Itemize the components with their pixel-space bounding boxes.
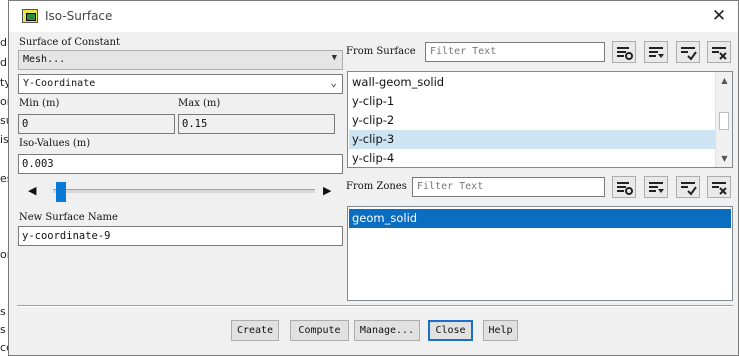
from-surface-list-item-selected[interactable]: y-clip-3 — [349, 130, 715, 149]
from-surface-list-item[interactable]: y-clip-4 — [349, 149, 715, 167]
min-field: 0 — [18, 114, 175, 134]
from-surface-list[interactable]: wall-geom_solid y-clip-1 y-clip-2 y-clip… — [347, 71, 733, 168]
from-surface-check-selected-button[interactable] — [676, 41, 700, 63]
from-zones-select-all-button[interactable] — [612, 176, 636, 198]
filter-menu-icon — [649, 182, 664, 193]
button-row-divider — [17, 305, 733, 307]
scroll-down-icon[interactable]: ▼ — [716, 150, 732, 167]
category-dropdown[interactable]: Mesh... ▼ — [18, 50, 343, 70]
create-button[interactable]: Create — [231, 320, 279, 341]
background-text: s — [0, 305, 6, 318]
from-surface-deselect-all-button[interactable] — [707, 41, 731, 63]
from-zones-list[interactable]: geom_solid — [347, 206, 733, 301]
new-surface-name-label: New Surface Name — [19, 212, 118, 223]
max-label: Max (m) — [178, 98, 221, 109]
check-selected-icon — [681, 47, 697, 61]
iso-value-slider-thumb[interactable] — [56, 182, 67, 202]
field-dropdown[interactable]: Y-Coordinate ⌄ — [18, 74, 343, 94]
scroll-up-icon[interactable]: ▲ — [716, 72, 732, 89]
title-bar[interactable]: Iso-Surface ✕ — [9, 1, 738, 32]
from-surface-filter-menu-button[interactable] — [644, 41, 668, 63]
close-button[interactable]: Close — [428, 320, 473, 341]
background-text: s — [0, 323, 6, 336]
deselect-all-icon — [712, 47, 727, 60]
category-value: Mesh... — [23, 54, 66, 65]
from-surface-label: From Surface — [346, 46, 416, 57]
from-zones-check-selected-button[interactable] — [676, 176, 700, 198]
select-all-icon — [617, 182, 633, 195]
from-surface-select-all-button[interactable] — [612, 41, 636, 63]
new-surface-name-field[interactable]: y-coordinate-9 — [18, 226, 343, 246]
iso-value-slider-track[interactable] — [53, 189, 315, 193]
from-surface-scrollbar[interactable]: ▲ ▼ — [715, 72, 732, 167]
scrollbar-thumb[interactable] — [719, 112, 729, 130]
fluent-app-icon — [22, 9, 38, 23]
from-surface-list-item[interactable]: y-clip-2 — [349, 111, 715, 130]
slider-right-arrow-icon[interactable]: ▶ — [323, 184, 331, 197]
field-value: Y-Coordinate — [23, 78, 96, 89]
slider-left-arrow-icon[interactable]: ◀ — [28, 184, 36, 197]
manage-button[interactable]: Manage... — [354, 320, 420, 341]
from-zones-deselect-all-button[interactable] — [707, 176, 731, 198]
filter-menu-icon — [649, 47, 664, 58]
from-zones-filter-menu-button[interactable] — [644, 176, 668, 198]
from-zones-filter-input[interactable]: Filter Text — [412, 177, 605, 197]
from-surface-list-item[interactable]: y-clip-1 — [349, 92, 715, 111]
from-zones-list-item-selected[interactable]: geom_solid — [349, 209, 731, 228]
deselect-all-icon — [712, 182, 727, 195]
chevron-down-icon: ▼ — [331, 53, 337, 63]
min-label: Min (m) — [19, 98, 60, 109]
iso-values-label: Iso-Values (m) — [19, 138, 91, 149]
window-title: Iso-Surface — [45, 9, 113, 23]
check-selected-icon — [681, 182, 697, 196]
select-all-icon — [617, 47, 633, 60]
iso-values-field[interactable]: 0.003 — [18, 154, 343, 174]
surface-of-constant-label: Surface of Constant — [19, 37, 121, 48]
iso-surface-dialog: Iso-Surface ✕ Surface of Constant Mesh..… — [8, 0, 739, 356]
compute-button[interactable]: Compute — [290, 320, 349, 341]
help-button[interactable]: Help — [483, 320, 518, 341]
close-icon[interactable]: ✕ — [708, 5, 730, 27]
from-surface-list-item[interactable]: wall-geom_solid — [349, 73, 715, 92]
max-field: 0.15 — [178, 114, 335, 134]
from-surface-filter-input[interactable]: Filter Text — [425, 42, 605, 62]
from-zones-label: From Zones — [346, 181, 407, 192]
chevron-down-icon: ⌄ — [330, 76, 337, 89]
